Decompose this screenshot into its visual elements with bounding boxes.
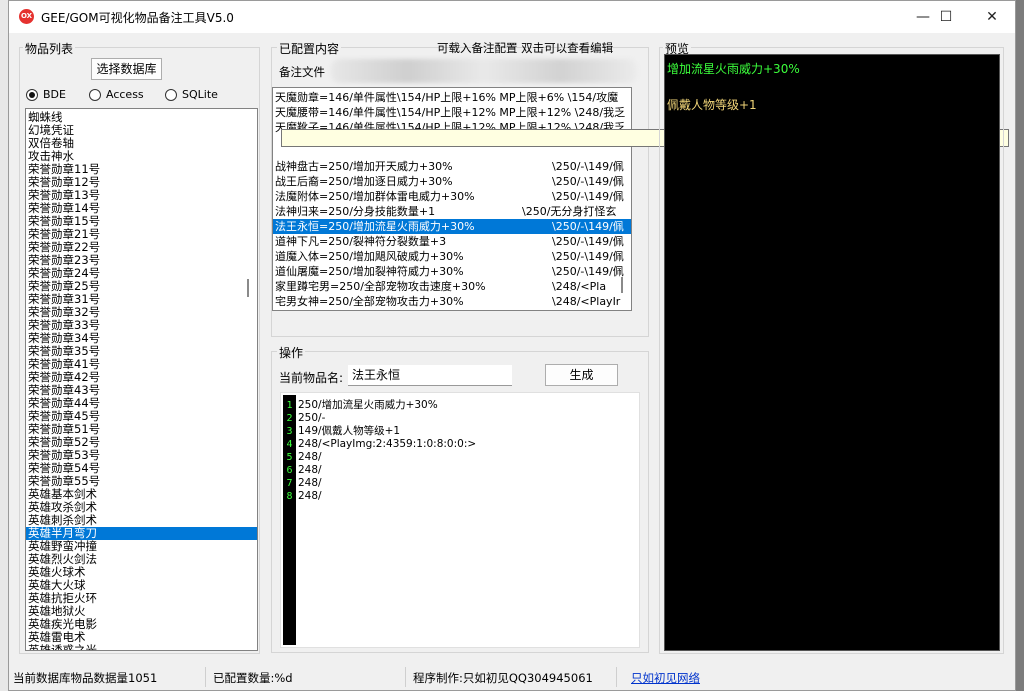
preview-line-2: 佩戴人物等级+1 <box>667 98 757 112</box>
radio-dot-access <box>89 88 101 101</box>
redacted-file-path <box>331 59 637 83</box>
configured-item-text: 道仙屠魔=250/增加裂神符威力+30% <box>275 265 464 278</box>
radio-access[interactable]: Access <box>89 88 144 101</box>
code-line[interactable]: 250/增加流星火雨威力+30% <box>298 399 476 412</box>
radio-sqlite[interactable]: SQLite <box>165 88 218 101</box>
configured-item-suffix: \250/-\149/佩 <box>552 235 624 248</box>
configured-item[interactable]: 天魔勋章=146/单件属性\154/HP上限+16% MP上限+6% \154/… <box>273 90 631 105</box>
line-number: 4 <box>286 439 293 450</box>
maximize-button[interactable]: ☐ <box>923 1 969 33</box>
configured-hint: 可载入备注配置 双击可以查看编辑 <box>437 41 614 55</box>
code-line[interactable]: 248/ <box>298 490 476 503</box>
status-separator <box>405 667 406 687</box>
configured-item[interactable]: 战王后裔=250/增加逐日威力+30% \250/-\149/佩 <box>273 174 631 189</box>
status-author: 程序制作:只如初见QQ304945061 <box>413 671 593 685</box>
configured-item-text: 天魔勋章=146/单件属性\154/HP上限+16% MP上限+6% \154/… <box>275 91 619 104</box>
radio-label-bde: BDE <box>43 88 66 101</box>
radio-label-sqlite: SQLite <box>182 88 218 101</box>
select-database-button[interactable]: 选择数据库 <box>91 58 162 80</box>
title-bar[interactable]: OX GEE/GOM可视化物品备注工具V5.0 — ☐ ✕ <box>9 1 1015 33</box>
configured-listbox[interactable]: 天魔勋章=146/单件属性\154/HP上限+16% MP上限+6% \154/… <box>272 87 632 311</box>
configured-item[interactable]: 家里蹲宅男=250/全部宠物攻击速度+30% \248/<Pla <box>273 279 631 294</box>
line-number: 3 <box>286 426 293 437</box>
status-bar: 当前数据库物品数据量1051 已配置数量:%d 程序制作:只如初见QQ30494… <box>9 664 1015 691</box>
radio-dot-bde <box>26 88 38 101</box>
background-right-edge <box>1016 0 1024 691</box>
line-number: 1 <box>286 400 293 411</box>
radio-bde[interactable]: BDE <box>26 88 66 101</box>
preview-line-1: 增加流星火雨威力+30% <box>667 62 800 76</box>
operation-group-title: 操作 <box>277 344 306 361</box>
radio-dot-sqlite <box>165 88 177 101</box>
configured-list-scrollbar[interactable] <box>621 277 623 293</box>
configured-item-text: 法王永恒=250/增加流星火雨威力+30% <box>275 220 475 233</box>
configured-item-text: 道神下凡=250/裂神符分裂数量+3 <box>275 235 447 248</box>
configured-item-suffix: \250/-\149/佩 <box>552 220 624 233</box>
status-db-count: 当前数据库物品数据量1051 <box>13 671 158 685</box>
line-number: 6 <box>286 465 293 476</box>
configured-item[interactable]: 法魔附体=250/增加群体雷电威力+30% \250/-\149/佩 <box>273 189 631 204</box>
configured-item[interactable]: 宅男女神=250/全部宠物攻击力+30% \248/<PlayIr <box>273 294 631 309</box>
configured-item-text: 法神归来=250/分身技能数量+1 <box>275 205 436 218</box>
status-link[interactable]: 只如初见网络 <box>631 670 700 686</box>
configured-item-text: 家里蹲宅男=250/全部宠物攻击速度+30% <box>275 280 486 293</box>
app-window: OX GEE/GOM可视化物品备注工具V5.0 — ☐ ✕ 物品列表 选择数据库… <box>8 0 1016 691</box>
code-line[interactable]: 248/ <box>298 477 476 490</box>
line-number: 8 <box>286 491 293 502</box>
current-item-label: 当前物品名: <box>279 371 344 385</box>
status-separator <box>205 667 206 687</box>
window-title: GEE/GOM可视化物品备注工具V5.0 <box>41 11 234 25</box>
code-line[interactable]: 250/- <box>298 412 476 425</box>
preview-pane: 增加流星火雨威力+30% 佩戴人物等级+1 <box>664 54 1000 651</box>
line-number: 7 <box>286 478 293 489</box>
configured-item[interactable]: 法神归来=250/分身技能数量+1 \250/无分身打怪玄 <box>273 204 631 219</box>
configured-item-text: 道魔入体=250/增加飓风破威力+30% <box>275 250 464 263</box>
close-button[interactable]: ✕ <box>969 1 1015 33</box>
configured-item-suffix: \248/<Pla <box>552 280 607 293</box>
configured-item-text: 宅男女神=250/全部宠物攻击力+30% <box>275 295 464 308</box>
item-list-scrollbar[interactable] <box>247 279 249 297</box>
configured-item-suffix: \248/<PlayIr <box>552 295 621 308</box>
code-line[interactable]: 248/<PlayImg:2:4359:1:0:8:0:0:> <box>298 438 476 451</box>
configured-item[interactable]: 法王永恒=250/增加流星火雨威力+30% \250/-\149/佩 <box>273 219 631 234</box>
item-list-group-title: 物品列表 <box>23 40 76 57</box>
configured-item[interactable]: 道神下凡=250/裂神符分裂数量+3 \250/-\149/佩 <box>273 234 631 249</box>
item-listbox[interactable]: 蜘蛛线 幻境凭证 双倍卷轴 攻击神水 荣誉勋章11号 荣誉勋章12号 荣誉勋章13号 荣誉勋章… <box>25 108 258 651</box>
list-item[interactable]: 英雄诱惑之光 <box>26 644 257 651</box>
configured-item-text: 法魔附体=250/增加群体雷电威力+30% <box>275 190 475 203</box>
configured-item-suffix: \250/-\149/佩 <box>552 160 624 173</box>
code-editor[interactable]: 1 2 3 4 5 6 7 8 250/增加流星火雨威力+30% 250/- 149/佩戴人物等级… <box>280 392 640 648</box>
configured-group-title: 已配置内容 <box>277 40 342 57</box>
configured-item-suffix: \250/-\149/佩 <box>552 190 624 203</box>
code-line[interactable]: 248/ <box>298 451 476 464</box>
app-icon: OX <box>19 9 34 24</box>
status-separator <box>616 667 617 687</box>
configured-item-suffix: \250/无分身打怪玄 <box>522 205 617 218</box>
configured-item-text: 天魔腰带=146/单件属性\154/HP上限+12% MP上限+12% \248… <box>275 106 626 119</box>
line-number-gutter: 1 2 3 4 5 6 7 8 <box>283 395 296 645</box>
configured-item-suffix: \250/-\149/佩 <box>552 250 624 263</box>
configured-item-suffix: \250/-\149/佩 <box>552 175 624 188</box>
code-line[interactable]: 248/ <box>298 464 476 477</box>
status-configured-count: 已配置数量:%d <box>213 671 293 685</box>
line-number: 5 <box>286 452 293 463</box>
configured-item[interactable]: 道仙屠魔=250/增加裂神符威力+30% \250/-\149/佩 <box>273 264 631 279</box>
configured-item[interactable]: 天魔腰带=146/单件属性\154/HP上限+12% MP上限+12% \248… <box>273 105 631 120</box>
current-item-field[interactable]: 法王永恒 <box>348 365 512 386</box>
configured-item-suffix: \250/-\149/佩 <box>552 265 624 278</box>
configured-item-text: 战神盘古=250/增加开天威力+30% <box>275 160 453 173</box>
code-lines[interactable]: 250/增加流星火雨威力+30% 250/- 149/佩戴人物等级+1 248/<Pl… <box>298 399 476 503</box>
configured-item[interactable]: 战神盘古=250/增加开天威力+30% \250/-\149/佩 <box>273 159 631 174</box>
radio-label-access: Access <box>106 88 144 101</box>
file-label: 备注文件 <box>279 65 325 79</box>
generate-button[interactable]: 生成 <box>545 364 618 386</box>
configured-item[interactable]: 道魔入体=250/增加飓风破威力+30% \250/-\149/佩 <box>273 249 631 264</box>
code-line[interactable]: 149/佩戴人物等级+1 <box>298 425 476 438</box>
line-number: 2 <box>286 413 293 424</box>
configured-item-text: 战王后裔=250/增加逐日威力+30% <box>275 175 453 188</box>
